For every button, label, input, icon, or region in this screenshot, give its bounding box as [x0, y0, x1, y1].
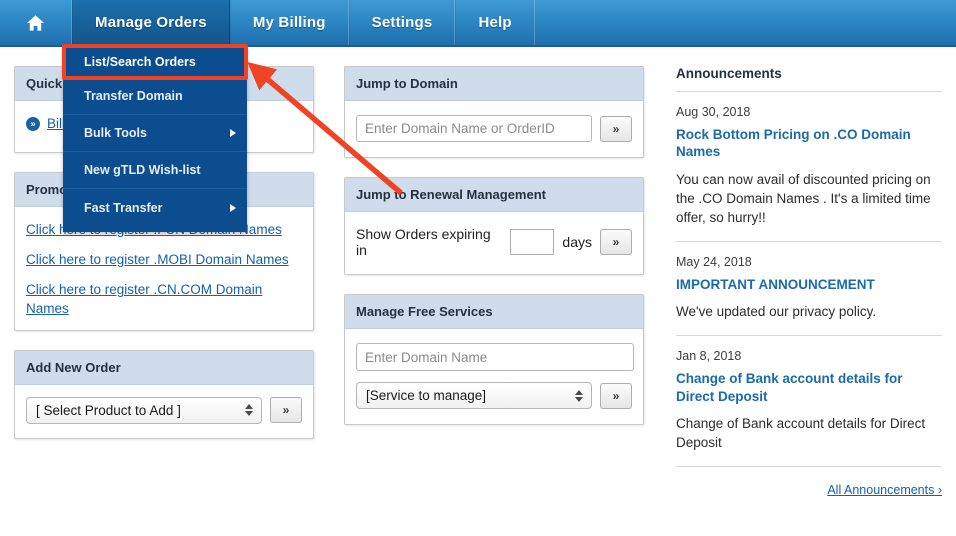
announcement-item: May 24, 2018 IMPORTANT ANNOUNCEMENT We'v…	[676, 242, 942, 337]
all-announcements-link[interactable]: All Announcements ›	[827, 483, 942, 497]
announcement-item: Jan 8, 2018 Change of Bank account detai…	[676, 336, 942, 468]
select-product-to-add-value: [ Select Product to Add ]	[36, 402, 181, 418]
free-services-domain-input[interactable]	[356, 343, 634, 371]
nav-item-settings-label: Settings	[371, 14, 433, 31]
select-product-to-add[interactable]: [ Select Product to Add ]	[26, 396, 262, 424]
announcement-date: Jan 8, 2018	[676, 349, 742, 364]
announcements-column: Announcements Aug 30, 2018 Rock Bottom P…	[676, 66, 942, 499]
panel-jump-to-renewal: Jump to Renewal Management Show Orders e…	[344, 177, 644, 275]
announcement-heading-link[interactable]: IMPORTANT ANNOUNCEMENT	[676, 276, 942, 293]
promo-link-cncom[interactable]: Click here to register .CN.COM Domain Na…	[26, 281, 302, 317]
menu-item-new-gtld-wish-list[interactable]: New gTLD Wish-list	[63, 152, 247, 189]
menu-item-list-search-orders[interactable]: List/Search Orders	[63, 47, 247, 78]
renewal-label-after: days	[562, 234, 592, 250]
menu-item-fast-transfer[interactable]: Fast Transfer	[63, 189, 247, 226]
panel-jump-to-domain-body: »	[345, 101, 643, 157]
nav-item-help-label: Help	[478, 14, 512, 31]
announcements-title: Announcements	[676, 66, 942, 92]
announcement-body: Change of Bank account details for Direc…	[676, 415, 926, 451]
jump-domain-controls: »	[356, 115, 632, 142]
jump-domain-input[interactable]	[356, 115, 592, 142]
chevron-right-icon	[230, 129, 236, 137]
all-announcements-row: All Announcements ›	[676, 467, 942, 499]
panel-add-new-order: Add New Order [ Select Product to Add ] …	[14, 349, 314, 439]
add-order-controls: [ Select Product to Add ] »	[26, 396, 302, 424]
panel-jump-to-renewal-body: Show Orders expiring in days »	[345, 212, 643, 274]
announcement-body: We've updated our privacy policy.	[676, 304, 877, 320]
main-navigation: Manage Orders My Billing Settings Help	[0, 0, 956, 47]
free-services-go-button[interactable]: »	[600, 382, 632, 409]
announcement-body: You can now avail of discounted pricing …	[676, 171, 931, 225]
announcement-date: Aug 30, 2018	[676, 105, 751, 119]
page-root: Manage Orders My Billing Settings Help Q…	[0, 0, 956, 536]
panel-jump-to-domain-title: Jump to Domain	[345, 67, 643, 101]
nav-item-my-billing-label: My Billing	[252, 14, 326, 31]
menu-item-list-search-orders-label: List/Search Orders	[84, 55, 196, 69]
home-icon	[26, 14, 45, 32]
panel-manage-free-services-title: Manage Free Services	[345, 295, 643, 329]
menu-item-transfer-domain[interactable]: Transfer Domain	[63, 78, 247, 115]
menu-item-transfer-domain-label: Transfer Domain	[84, 89, 183, 103]
renewal-days-input[interactable]	[510, 229, 555, 255]
panel-add-new-order-body: [ Select Product to Add ] »	[15, 385, 313, 438]
nav-item-home[interactable]	[0, 0, 72, 45]
nav-item-manage-orders[interactable]: Manage Orders	[72, 0, 230, 45]
renewal-go-button[interactable]: »	[600, 229, 632, 255]
panel-jump-to-renewal-title: Jump to Renewal Management	[345, 178, 643, 212]
nav-item-settings[interactable]: Settings	[348, 0, 456, 45]
panel-manage-free-services: Manage Free Services [Service to manage]…	[344, 294, 644, 425]
panel-add-new-order-title: Add New Order	[15, 350, 313, 385]
announcement-item: Aug 30, 2018 Rock Bottom Pricing on .CO …	[676, 92, 942, 242]
renewal-controls: Show Orders expiring in days »	[356, 226, 632, 258]
panel-jump-to-domain: Jump to Domain »	[344, 66, 644, 158]
announcement-date: May 24, 2018	[676, 255, 752, 269]
menu-item-fast-transfer-label: Fast Transfer	[84, 200, 163, 215]
free-services-controls: [Service to manage] »	[356, 382, 632, 409]
nav-item-my-billing[interactable]: My Billing	[229, 0, 349, 45]
chevron-right-icon	[230, 203, 236, 212]
manage-orders-dropdown-menu: List/Search Orders Transfer Domain Bulk …	[63, 47, 247, 232]
promo-link-mobi[interactable]: Click here to register .MOBI Domain Name…	[26, 251, 302, 269]
nav-item-help[interactable]: Help	[455, 0, 535, 45]
chevron-right-circle-icon	[26, 116, 40, 131]
menu-item-new-gtld-wish-list-label: New gTLD Wish-list	[84, 163, 201, 177]
announcement-heading-link[interactable]: Change of Bank account details for Direc…	[676, 370, 942, 405]
stepper-arrows-icon	[245, 404, 253, 417]
announcement-heading-link[interactable]: Rock Bottom Pricing on .CO Domain Names	[676, 126, 942, 161]
menu-item-bulk-tools[interactable]: Bulk Tools	[63, 115, 247, 152]
panel-manage-free-services-body: [Service to manage] »	[345, 329, 643, 424]
select-service-to-manage-value: [Service to manage]	[366, 388, 487, 403]
renewal-label-before: Show Orders expiring in	[356, 226, 491, 258]
menu-item-bulk-tools-label: Bulk Tools	[84, 126, 147, 140]
add-order-go-button[interactable]: »	[270, 397, 302, 424]
jump-domain-go-button[interactable]: »	[600, 115, 632, 142]
select-service-to-manage[interactable]: [Service to manage]	[356, 382, 592, 409]
nav-item-manage-orders-label: Manage Orders	[95, 14, 207, 31]
middle-column: Jump to Domain » Jump to Renewal Managem…	[344, 66, 644, 444]
stepper-arrows-icon	[575, 389, 583, 402]
